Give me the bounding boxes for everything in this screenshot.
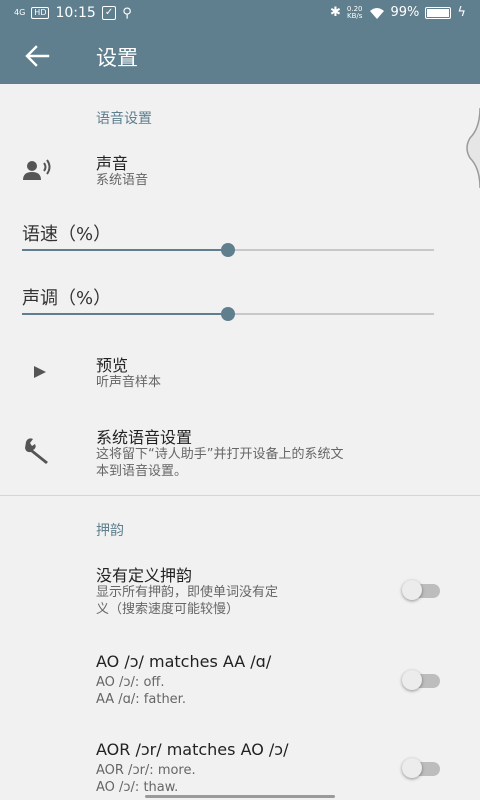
- bluetooth-icon: ✱: [330, 5, 341, 20]
- rhyme-toggle-aor-ao[interactable]: [402, 758, 442, 778]
- system-tts-subtitle-line1: 这将留下“诗人助手”并打开设备上的系统文: [96, 447, 344, 462]
- wrench-icon: [25, 438, 48, 464]
- system-tts-title: 系统语音设置: [96, 428, 193, 447]
- page-title: 设置: [96, 46, 138, 70]
- wifi-icon: [369, 7, 384, 19]
- voice-title: 声音: [96, 154, 129, 173]
- back-button[interactable]: [22, 42, 52, 70]
- app-notification-icon: ✓: [101, 6, 117, 20]
- signal-indicator: 4G: [14, 8, 26, 17]
- clock: 10:15: [55, 5, 96, 21]
- rhyme-toggle-undefined[interactable]: [402, 580, 442, 600]
- usb-icon: ⚲: [122, 5, 132, 21]
- play-icon: [34, 366, 46, 378]
- rhyme-option-desc-line1: AO /ɔ/: off.: [96, 675, 165, 690]
- rhyme-option-desc-line2: AA /ɑ/: father.: [96, 692, 186, 707]
- rhyme-toggle-ao-aa[interactable]: [402, 670, 442, 690]
- rhyme-option-desc-line2: 义（搜索速度可能较慢）: [96, 602, 240, 617]
- slider-thumb[interactable]: [221, 243, 235, 257]
- switch-thumb: [402, 670, 422, 690]
- voice-setting-row[interactable]: 声音 系统语音: [0, 140, 480, 200]
- status-bar: 4G HD 10:15 ✓ ⚲ ✱ 0.20 KB/s 99% ϟ: [0, 0, 480, 28]
- battery-icon: [425, 6, 452, 19]
- network-speed: 0.20 KB/s: [346, 4, 363, 20]
- rhyme-option-title: 没有定义押韵: [96, 566, 193, 585]
- speech-rate-slider[interactable]: [22, 242, 434, 258]
- section-divider: [0, 495, 480, 496]
- pitch-slider[interactable]: [22, 306, 434, 322]
- rhyme-option-title: AO /ɔ/ matches AA /ɑ/: [96, 652, 272, 671]
- preview-row[interactable]: 预览 听声音样本: [0, 346, 480, 406]
- switch-thumb: [402, 758, 422, 778]
- settings-list: 语音设置 声音 系统语音 语速（%） 声调（%） 预览 听声音样本 系统语音设置…: [0, 84, 480, 800]
- rhyme-option-row[interactable]: AO /ɔ/ matches AA /ɑ/ AO /ɔ/: off. AA /ɑ…: [0, 646, 480, 716]
- section-header-voice: 语音设置: [96, 111, 152, 127]
- slider-fill: [22, 249, 228, 251]
- gesture-nav-bar[interactable]: [145, 795, 335, 798]
- switch-thumb: [402, 580, 422, 600]
- rhyme-option-desc-line1: 显示所有押韵，即使单词没有定: [96, 585, 279, 600]
- section-header-rhyme: 押韵: [96, 523, 124, 539]
- rhyme-option-desc-line2: AO /ɔ/: thaw.: [96, 780, 179, 795]
- rhyme-option-title: AOR /ɔr/ matches AO /ɔ/: [96, 740, 289, 759]
- system-tts-subtitle-line2: 本到语音设置。: [96, 464, 188, 479]
- app-bar: 设置: [0, 28, 480, 84]
- hd-badge: HD: [31, 7, 50, 19]
- system-tts-settings-row[interactable]: 系统语音设置 这将留下“诗人助手”并打开设备上的系统文 本到语音设置。: [0, 418, 480, 488]
- rhyme-option-desc-line1: AOR /ɔr/: more.: [96, 763, 196, 778]
- slider-fill: [22, 313, 228, 315]
- back-arrow-icon: [25, 45, 50, 67]
- voice-icon: [23, 159, 51, 180]
- voice-subtitle: 系统语音: [96, 173, 149, 188]
- charging-icon: ϟ: [457, 5, 466, 20]
- edge-gesture-handle[interactable]: [462, 108, 480, 188]
- rhyme-option-row[interactable]: 没有定义押韵 显示所有押韵，即使单词没有定 义（搜索速度可能较慢）: [0, 556, 480, 626]
- preview-subtitle: 听声音样本: [96, 375, 162, 390]
- battery-percent: 99%: [390, 5, 420, 20]
- preview-title: 预览: [96, 356, 129, 375]
- rhyme-option-row[interactable]: AOR /ɔr/ matches AO /ɔ/ AOR /ɔr/: more. …: [0, 734, 480, 800]
- slider-thumb[interactable]: [221, 307, 235, 321]
